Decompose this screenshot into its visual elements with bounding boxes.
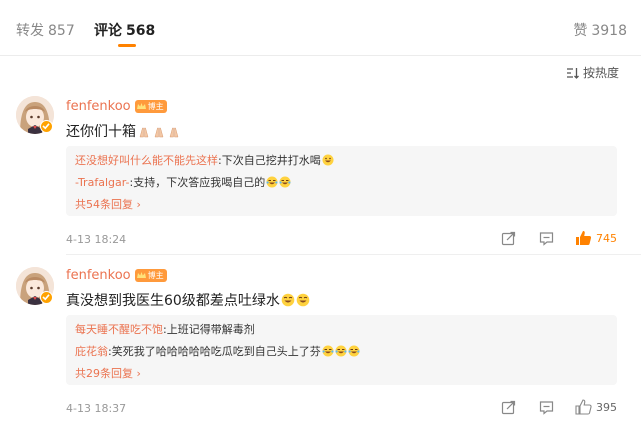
laugh-cry-emoji-icon <box>335 345 347 357</box>
author-badge: 博主 <box>134 100 167 113</box>
active-tab-indicator <box>118 44 136 47</box>
grin-emoji-icon <box>322 154 334 166</box>
pray-emoji-icon <box>139 127 149 138</box>
view-more-replies-link[interactable]: 共29条回复 › <box>75 365 141 381</box>
view-more-replies-link[interactable]: 共54条回复 › <box>75 196 141 212</box>
share-button[interactable] <box>501 400 516 415</box>
comment-author[interactable]: fenfenkoo 博主 <box>66 268 167 283</box>
comment-text: 还你们十箱 <box>66 121 181 141</box>
reply-item: 庇花翁: 笑死我了哈哈哈哈哈吃瓜吃到自己头上了芬 <box>75 343 360 359</box>
comment-timestamp: 4-13 18:37 <box>66 402 127 415</box>
reply-text: 支持，下次答应我喝自己的 <box>133 176 266 189</box>
reply-preview-box[interactable]: 还没想好叫什么能不能先这样: 下次自己挖井打水喝 -Trafalgar-: 支持… <box>66 146 617 216</box>
tab-repost-label: 转发 <box>16 23 44 39</box>
more-replies-label: 共29条回复 <box>75 367 133 380</box>
reply-text: 下次自己挖井打水喝 <box>221 154 321 167</box>
laugh-cry-emoji-icon <box>266 176 278 188</box>
tab-like-label: 赞 <box>573 23 588 39</box>
verified-icon <box>40 120 53 133</box>
comment-icon <box>539 401 554 415</box>
reply-item: -Trafalgar-: 支持，下次答应我喝自己的 <box>75 174 291 190</box>
reply-author[interactable]: -Trafalgar- <box>75 176 130 189</box>
reply-item: 每天睡不醒吃不饱: 上班记得带解毒剂 <box>75 321 255 337</box>
author-badge-label: 博主 <box>147 271 164 280</box>
grin-emoji-icon <box>281 293 295 307</box>
like-button[interactable]: 395 <box>575 399 617 415</box>
like-button[interactable]: 745 <box>575 230 617 246</box>
grin-emoji-icon <box>296 293 310 307</box>
laugh-cry-emoji-icon <box>322 345 334 357</box>
tab-comment[interactable]: 评论 568 <box>94 20 155 40</box>
comment-body: 还你们十箱 <box>66 124 136 140</box>
sort-label: 按热度 <box>582 66 619 80</box>
reply-text: 上班记得带解毒剂 <box>166 323 255 336</box>
reply-text: 笑死我了哈哈哈哈哈吃瓜吃到自己头上了芬 <box>111 345 321 358</box>
username: fenfenkoo <box>66 99 131 114</box>
comment-body: 真没想到我医生60级都差点吐绿水 <box>66 293 280 309</box>
sort-icon <box>566 67 579 79</box>
share-icon <box>501 400 516 415</box>
thumbs-up-icon <box>576 231 592 245</box>
author-badge: 博主 <box>134 269 167 282</box>
tab-repost[interactable]: 转发 857 <box>16 20 75 40</box>
tab-comment-label: 评论 <box>94 23 122 39</box>
thumbs-up-icon <box>575 399 592 415</box>
laugh-cry-emoji-icon <box>279 176 291 188</box>
verified-icon <box>40 291 53 304</box>
more-replies-label: 共54条回复 <box>75 198 133 211</box>
comment-author[interactable]: fenfenkoo 博主 <box>66 99 167 114</box>
comment-text: 真没想到我医生60级都差点吐绿水 <box>66 290 310 310</box>
crown-icon <box>136 272 146 278</box>
like-count: 745 <box>596 231 617 245</box>
reply-item: 还没想好叫什么能不能先这样: 下次自己挖井打水喝 <box>75 152 334 168</box>
crown-icon <box>136 103 146 109</box>
share-button[interactable] <box>501 231 516 246</box>
comment-divider <box>66 254 641 255</box>
comment-icon <box>539 232 554 246</box>
comment-timestamp: 4-13 18:24 <box>66 233 127 246</box>
tab-like[interactable]: 赞 3918 <box>573 20 627 40</box>
tab-repost-count: 857 <box>48 23 75 39</box>
reply-author[interactable]: 每天睡不醒吃不饱 <box>75 321 163 337</box>
pray-emoji-icon <box>154 127 164 138</box>
chevron-right-icon: › <box>136 198 141 211</box>
tab-bar: 转发 857 评论 568 赞 3918 <box>0 0 641 56</box>
tab-like-count: 3918 <box>591 23 627 39</box>
share-icon <box>501 231 516 246</box>
like-count: 395 <box>596 400 617 414</box>
username: fenfenkoo <box>66 268 131 283</box>
laugh-cry-emoji-icon <box>348 345 360 357</box>
author-badge-label: 博主 <box>147 102 164 111</box>
chevron-right-icon: › <box>136 367 141 380</box>
reply-author[interactable]: 庇花翁 <box>75 343 108 359</box>
reply-button[interactable] <box>539 400 554 415</box>
reply-button[interactable] <box>539 231 554 246</box>
sort-by-hot-button[interactable]: 按热度 <box>566 64 619 81</box>
reply-author[interactable]: 还没想好叫什么能不能先这样 <box>75 152 218 168</box>
pray-emoji-icon <box>169 127 179 138</box>
reply-preview-box[interactable]: 每天睡不醒吃不饱: 上班记得带解毒剂 庇花翁: 笑死我了哈哈哈哈哈吃瓜吃到自己头… <box>66 315 617 385</box>
tab-comment-count: 568 <box>126 23 156 39</box>
